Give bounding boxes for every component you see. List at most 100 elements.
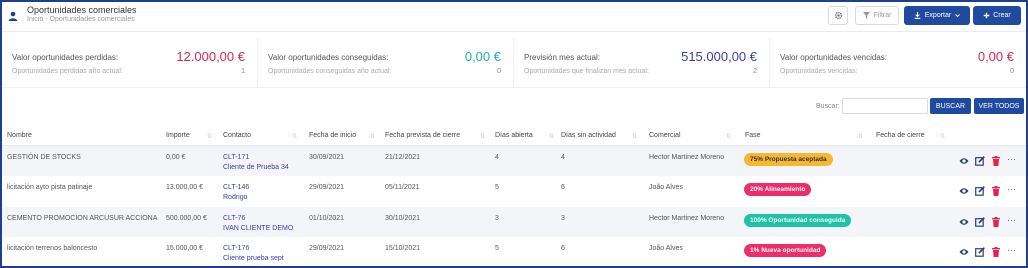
view-eye-icon[interactable] (959, 247, 969, 257)
column-header-fecha-cierre[interactable]: Fecha de cierre (876, 132, 925, 139)
view-eye-icon[interactable] (959, 156, 969, 166)
cell-dias-sin-actividad: 4 (561, 154, 565, 161)
settings-button[interactable] (828, 6, 848, 25)
view-all-button[interactable]: VER TODOS (974, 98, 1024, 114)
column-header-importe[interactable]: Importe (166, 132, 190, 139)
table-row[interactable]: licitación terrenos baloncesto 15.000,00 … (2, 237, 1026, 266)
edit-icon[interactable] (975, 156, 985, 166)
kpi-count: 2 (753, 68, 757, 75)
contact-id-link[interactable]: CLT-176 (223, 245, 249, 252)
contact-id-link[interactable]: CLT-146 (223, 184, 249, 191)
cell-fecha-inicio: 30/09/2021 (309, 154, 345, 161)
column-header-contacto[interactable]: Contacto (223, 132, 251, 139)
kpi-cards: Valor oportunidades perdidas: 12.000,00 … (2, 38, 1026, 88)
phase-badge: 75% Propuesta aceptada (744, 153, 833, 166)
phase-badge: 100% Oportunidad conseguida (744, 214, 852, 227)
delete-trash-icon[interactable] (991, 217, 1001, 227)
edit-icon[interactable] (975, 186, 985, 196)
sort-icon[interactable]: ⇅ (370, 133, 375, 140)
kpi-label: Valor oportunidades vencidas: (780, 53, 888, 62)
cell-dias-abierta: 4 (495, 154, 499, 161)
cell-importe: 15.000,00 € (166, 245, 203, 252)
kpi-card-lost: Valor oportunidades perdidas: 12.000,00 … (2, 38, 257, 88)
contact-name-link[interactable]: Cliente prueba sept (223, 255, 284, 262)
table-row[interactable]: licitación ayto pista patinaje 13.000,00 … (2, 176, 1026, 206)
delete-trash-icon[interactable] (991, 186, 1001, 196)
delete-trash-icon[interactable] (991, 156, 1001, 166)
contact-id-link[interactable]: CLT-76 (223, 215, 245, 222)
kpi-sublabel: Oportunidades conseguidas año actual: (268, 68, 392, 75)
cell-dias-abierta: 5 (495, 184, 499, 191)
cell-nombre: licitación ayto pista patinaje (7, 184, 93, 191)
column-header-dias-abierta[interactable]: Días abierta (495, 132, 533, 139)
sort-icon[interactable]: ⇅ (207, 133, 212, 140)
create-button[interactable]: Crear (973, 6, 1021, 25)
edit-icon[interactable] (975, 247, 985, 257)
cell-fecha-prevista: 21/12/2021 (385, 154, 421, 161)
kpi-card-won: Valor oportunidades conseguidas: 0,00 € … (257, 38, 513, 88)
export-button[interactable]: Exportar (904, 6, 970, 25)
view-eye-icon[interactable] (959, 186, 969, 196)
kpi-count: 0 (497, 68, 501, 75)
more-options-icon[interactable]: ··· (1007, 155, 1016, 164)
column-header-fase[interactable]: Fase (745, 132, 761, 139)
cell-nombre: licitación terrenos baloncesto (7, 245, 98, 252)
kpi-count: 0 (1010, 68, 1014, 75)
cell-importe: 500.000,00 € (166, 215, 207, 222)
contact-id-link[interactable]: CLT-171 (223, 154, 249, 161)
kpi-label: Previsión mes actual: (524, 53, 601, 62)
sort-icon[interactable]: ⇅ (549, 133, 554, 140)
table-row[interactable]: CEMENTO PROMOCION ARCUSUR ACCIONA 500.000… (2, 207, 1026, 237)
column-header-nombre[interactable]: Nombre (7, 132, 32, 139)
search-button[interactable]: BUSCAR (930, 98, 971, 114)
filter-icon (862, 12, 870, 19)
kpi-value: 515.000,00 € (681, 49, 757, 64)
edit-icon[interactable] (975, 217, 985, 227)
cell-comercial: João Alves (649, 184, 683, 191)
cell-dias-sin-actividad: 3 (561, 215, 565, 222)
more-options-icon[interactable]: ··· (1007, 185, 1016, 194)
kpi-value: 0,00 € (464, 49, 501, 64)
kpi-sublabel: Oportunidades vencidas: (780, 68, 858, 75)
sort-icon[interactable]: ⇅ (726, 133, 731, 140)
sort-icon[interactable]: ⇅ (480, 133, 485, 140)
sort-icon[interactable]: ⇅ (292, 133, 297, 140)
kpi-count: 1 (241, 68, 245, 75)
sort-icon[interactable]: ⇅ (632, 133, 637, 140)
column-header-fecha-inicio[interactable]: Fecha de inicio (309, 132, 356, 139)
user-icon (8, 11, 18, 21)
chevron-down-icon (955, 14, 961, 18)
column-header-dias-sin-actividad[interactable]: Días sin actividad (561, 132, 616, 139)
cell-fecha-prevista: 30/10/2021 (385, 215, 421, 222)
contact-name-link[interactable]: Cliente de Prueba 34 (223, 164, 289, 171)
kpi-card-overdue: Valor oportunidades vencidas: 0,00 € Opo… (769, 38, 1026, 88)
cell-comercial: João Alves (649, 245, 683, 252)
export-label: Exportar (924, 12, 952, 19)
cell-nombre: GESTIÓN DE STOCKS (7, 154, 81, 161)
cell-fecha-inicio: 29/09/2021 (309, 245, 345, 252)
filter-button[interactable]: Filtrar (855, 6, 899, 25)
cell-dias-sin-actividad: 6 (561, 184, 565, 191)
kpi-value: 0,00 € (977, 49, 1014, 64)
cell-fecha-inicio: 01/10/2021 (309, 215, 345, 222)
more-options-icon[interactable]: ··· (1007, 216, 1016, 225)
column-header-fecha-prevista[interactable]: Fecha prevista de cierre (385, 132, 460, 139)
more-options-icon[interactable]: ··· (1007, 246, 1016, 255)
search-input[interactable] (842, 98, 928, 114)
table-row[interactable]: GESTIÓN DE STOCKS 0,00 € CLT-171 Cliente de… (2, 146, 1026, 176)
view-eye-icon[interactable] (959, 217, 969, 227)
cell-importe: 0,00 € (166, 154, 186, 161)
phase-badge: 1% Nueva oportunidad (744, 244, 827, 257)
sort-icon[interactable]: ⇅ (858, 133, 863, 140)
sort-icon[interactable]: ⇅ (940, 133, 945, 140)
kpi-label: Valor oportunidades perdidas: (12, 53, 119, 62)
delete-trash-icon[interactable] (991, 247, 1001, 257)
cell-dias-sin-actividad: 6 (561, 245, 565, 252)
breadcrumb: Inicio - Oportunidades comerciales (27, 16, 135, 23)
contact-name-link[interactable]: Rodrigo (223, 194, 248, 201)
page-header: Oportunidades comerciales Inicio - Oport… (2, 2, 1026, 32)
contact-name-link[interactable]: IVAN CLIENTE DEMO (223, 225, 293, 232)
cell-nombre: CEMENTO PROMOCION ARCUSUR ACCIONA (7, 215, 158, 222)
column-header-comercial[interactable]: Comercial (649, 132, 681, 139)
cell-importe: 13.000,00 € (166, 184, 203, 191)
